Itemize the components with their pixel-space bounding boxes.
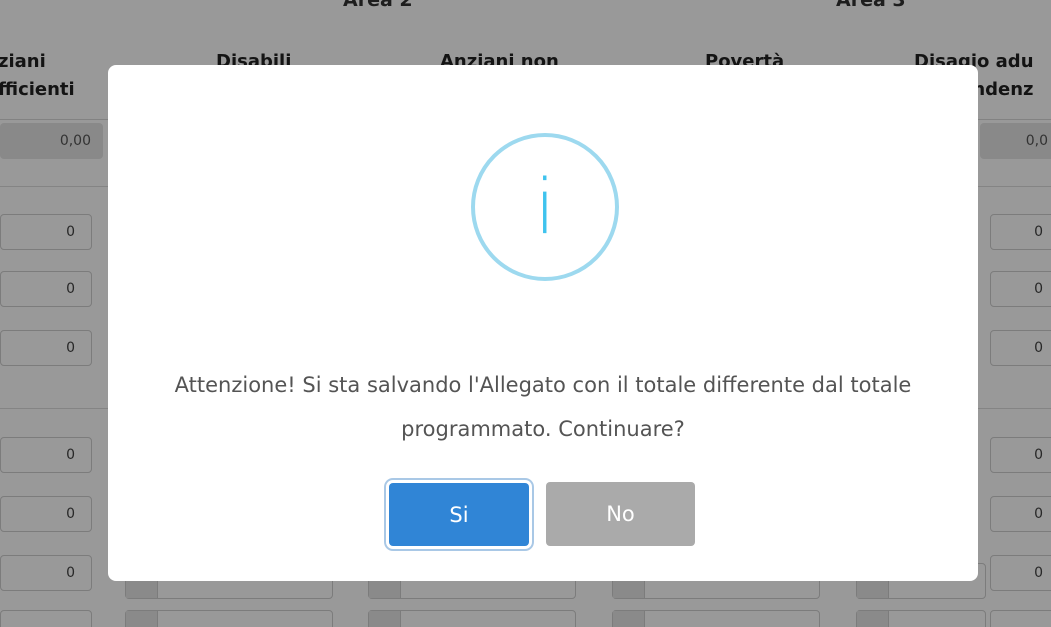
confirm-dialog: i Attenzione! Si sta salvando l'Allegato… — [108, 65, 978, 581]
confirm-button[interactable]: Si — [389, 483, 529, 546]
info-icon: i — [471, 133, 619, 281]
cancel-button[interactable]: No — [546, 482, 695, 546]
dialog-message: Attenzione! Si sta salvando l'Allegato c… — [174, 373, 912, 441]
